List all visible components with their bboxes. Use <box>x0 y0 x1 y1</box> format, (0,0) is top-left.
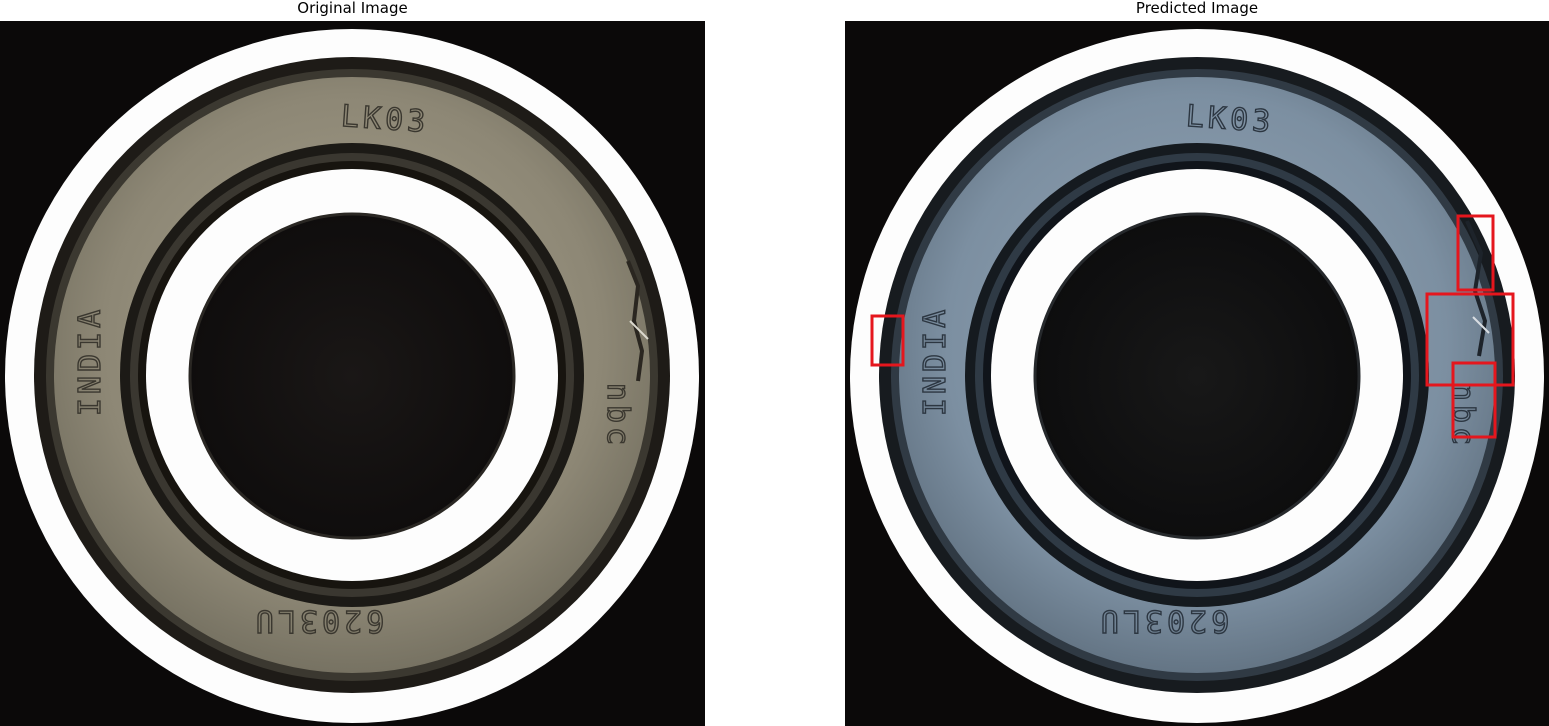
figure: Original Image LK03 INDIA nbc 6203LU Pre… <box>0 0 1549 726</box>
predicted-title: Predicted Image <box>1135 0 1259 17</box>
original-title: Original Image <box>297 0 408 17</box>
predicted-image: LK03 INDIA nbc 6203LU <box>845 21 1549 726</box>
marking-left: INDIA <box>918 306 953 416</box>
original-image: LK03 INDIA nbc 6203LU <box>0 21 705 726</box>
bore <box>190 214 514 538</box>
marking-right: nbc <box>600 383 635 449</box>
original-panel: Original Image LK03 INDIA nbc 6203LU <box>0 0 705 726</box>
marking-bottom: 6203LU <box>1097 603 1229 638</box>
marking-top: LK03 <box>1185 99 1275 140</box>
marking-top: LK03 <box>340 99 430 140</box>
bore <box>1035 214 1359 538</box>
marking-bottom: 6203LU <box>252 603 384 638</box>
original-bearing-svg: LK03 INDIA nbc 6203LU <box>0 21 705 726</box>
marking-right: nbc <box>1445 383 1480 449</box>
marking-left: INDIA <box>73 306 108 416</box>
predicted-panel: Predicted Image LK03 INDIA nbc 6203LU <box>845 0 1549 726</box>
predicted-bearing-svg: LK03 INDIA nbc 6203LU <box>845 21 1549 726</box>
